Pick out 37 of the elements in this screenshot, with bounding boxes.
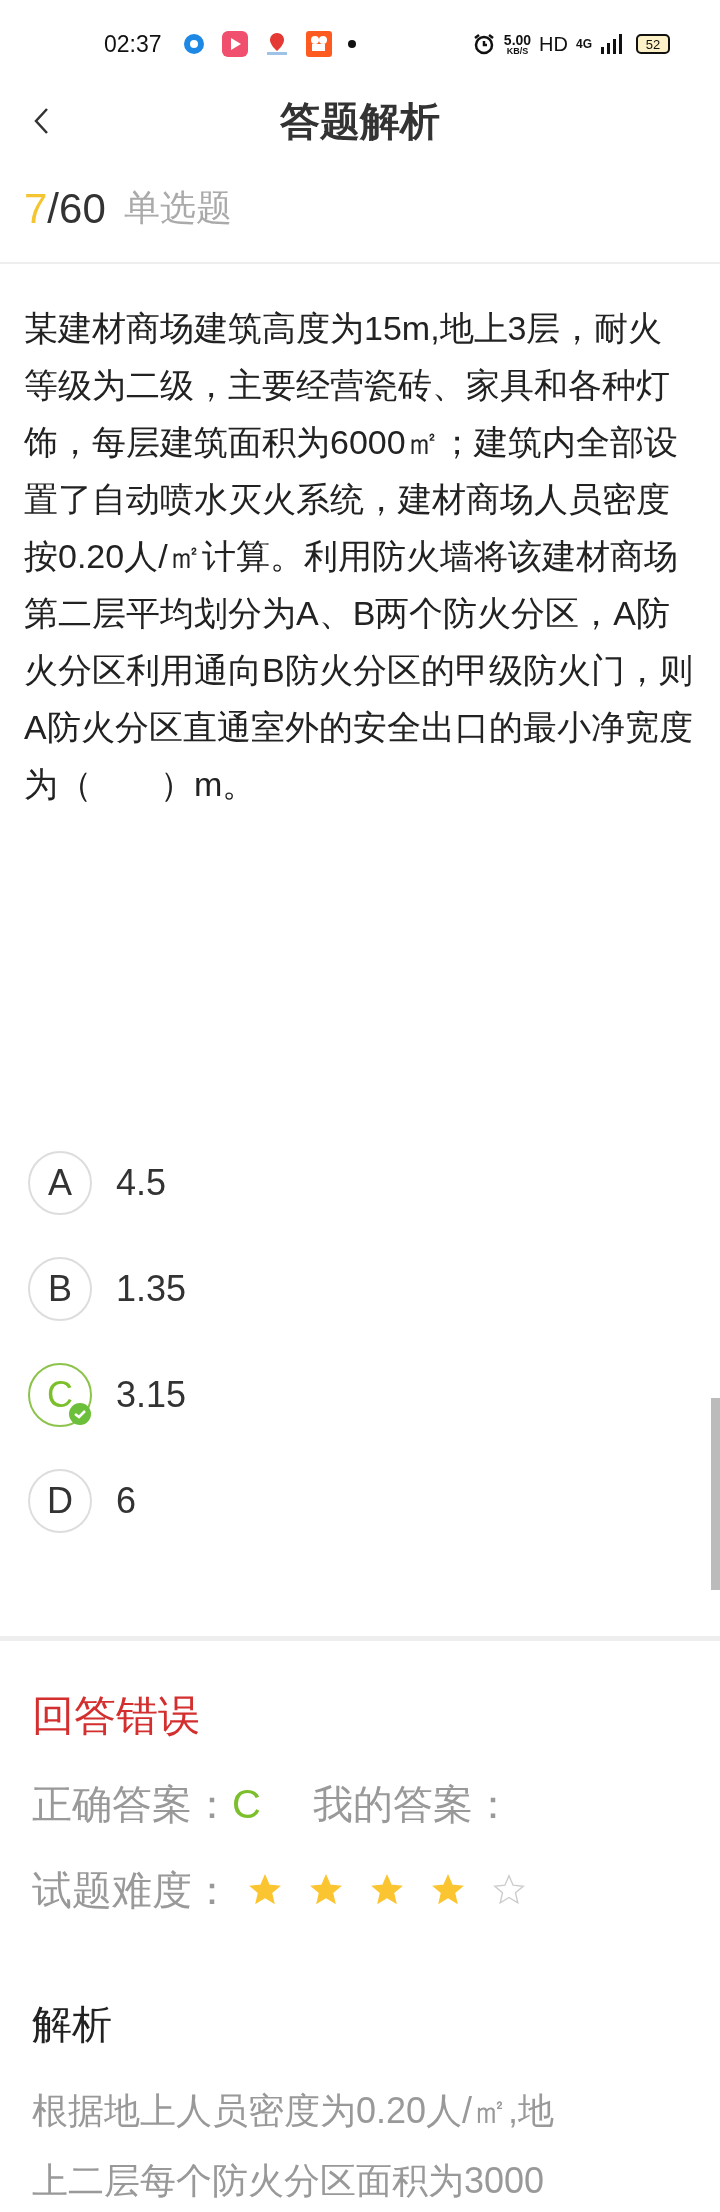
notification-dot-icon — [347, 40, 356, 48]
question-text: 某建材商场建筑高度为15m,地上3层，耐火等级为二级，主要经营瓷砖、家具和各种灯饰，每层建筑面积为6000㎡；建筑内全部设置了自动喷水灭火系统，建材商场人员密度按0.20人/㎡计算。利用防火墙将该建材商场第二层平均划分为A、B两个防火分区，A防火分区利用通向B防火分区的甲级防火门，则A防火分区直通室外的安全出口的最小净宽度为（ ）m。 — [23, 308, 694, 805]
status-time: 02:37 — [104, 29, 162, 59]
my-answer-label: 我的答案： — [312, 1781, 513, 1828]
correct-answer-label: 正确答案： — [32, 1781, 232, 1828]
network-label: 4G — [576, 36, 592, 53]
option-text: 4.5 — [116, 1161, 167, 1205]
result-status: 回答错误 — [32, 1691, 201, 1741]
question-type: 单选题 — [123, 186, 232, 230]
analysis-title: 解析 — [32, 2001, 113, 2048]
app-icon — [181, 32, 206, 56]
analysis-text: 上二层每个防火分区面积为3000 — [32, 2159, 546, 2203]
filled-star-icon — [370, 1873, 404, 1907]
filled-star-icon — [431, 1873, 465, 1907]
option-letter[interactable]: B — [28, 1257, 92, 1321]
option-letter[interactable]: A — [28, 1151, 92, 1215]
question-number: 7 — [24, 183, 48, 234]
option-text: 3.15 — [116, 1373, 187, 1417]
hd-label: HD — [539, 32, 568, 57]
back-icon — [33, 107, 49, 135]
question-total: /60 — [47, 183, 106, 234]
net-speed: 5.00 — [503, 32, 532, 47]
option-letter[interactable]: D — [28, 1469, 92, 1533]
page-title: 答题解析 — [280, 98, 440, 145]
filled-star-icon — [309, 1873, 343, 1907]
correct-answer: C — [232, 1781, 261, 1828]
option-text: 1.35 — [116, 1267, 187, 1311]
filled-star-icon — [248, 1873, 282, 1907]
net-speed-unit: KB/S — [506, 46, 529, 56]
play-app-icon — [221, 31, 248, 57]
empty-star-icon — [492, 1873, 526, 1907]
difficulty-label: 试题难度： — [32, 1867, 232, 1914]
camera-app-icon — [305, 31, 332, 57]
signal-icon — [600, 33, 622, 55]
battery-icon: 52 — [636, 34, 670, 54]
option-text: 6 — [116, 1479, 137, 1523]
analysis-text: 根据地上人员密度为0.20人/㎡,地 — [32, 2089, 556, 2133]
